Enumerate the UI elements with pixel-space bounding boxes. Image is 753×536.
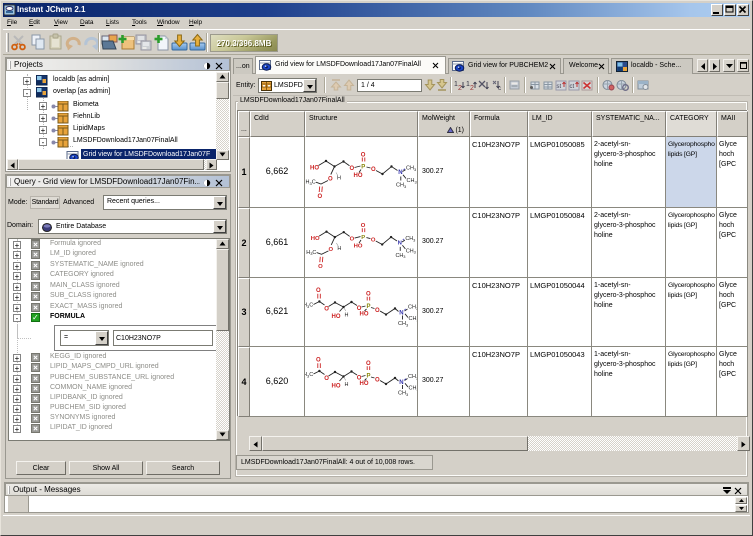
svg-text:H: H	[337, 176, 341, 182]
svg-text:O: O	[361, 153, 366, 159]
svg-text:HO: HO	[310, 166, 319, 172]
svg-text:ct: ct	[570, 84, 575, 90]
svg-text:O: O	[366, 292, 371, 298]
svg-text:O: O	[371, 167, 376, 173]
svg-text:P: P	[367, 304, 371, 310]
svg-text:H: H	[345, 313, 349, 319]
svg-text:HO: HO	[332, 314, 341, 320]
svg-text:CH3: CH3	[406, 166, 417, 172]
svg-text:O: O	[328, 177, 333, 183]
svg-text:c: c	[498, 86, 501, 91]
svg-text:st: st	[557, 84, 562, 90]
svg-text:H3C: H3C	[306, 180, 316, 186]
svg-text:HO: HO	[354, 173, 363, 179]
svg-text:CH3: CH3	[398, 321, 409, 327]
svg-text:N: N	[399, 311, 403, 317]
svg-text:N: N	[398, 170, 402, 176]
svg-text:O: O	[324, 307, 329, 313]
svg-text:2: 2	[458, 85, 462, 91]
svg-text:HO: HO	[360, 312, 369, 318]
svg-text:CH3: CH3	[407, 178, 418, 184]
svg-text:O: O	[318, 194, 323, 200]
svg-text:O: O	[350, 166, 355, 172]
svg-text:P: P	[361, 165, 365, 171]
svg-text:H3C: H3C	[305, 303, 313, 309]
svg-text:2: 2	[470, 85, 474, 91]
svg-text:CH3: CH3	[408, 305, 417, 311]
svg-text:O: O	[375, 308, 380, 314]
svg-text:O: O	[316, 288, 321, 294]
svg-text:CH3: CH3	[409, 316, 418, 322]
svg-text:CH3: CH3	[396, 183, 407, 189]
